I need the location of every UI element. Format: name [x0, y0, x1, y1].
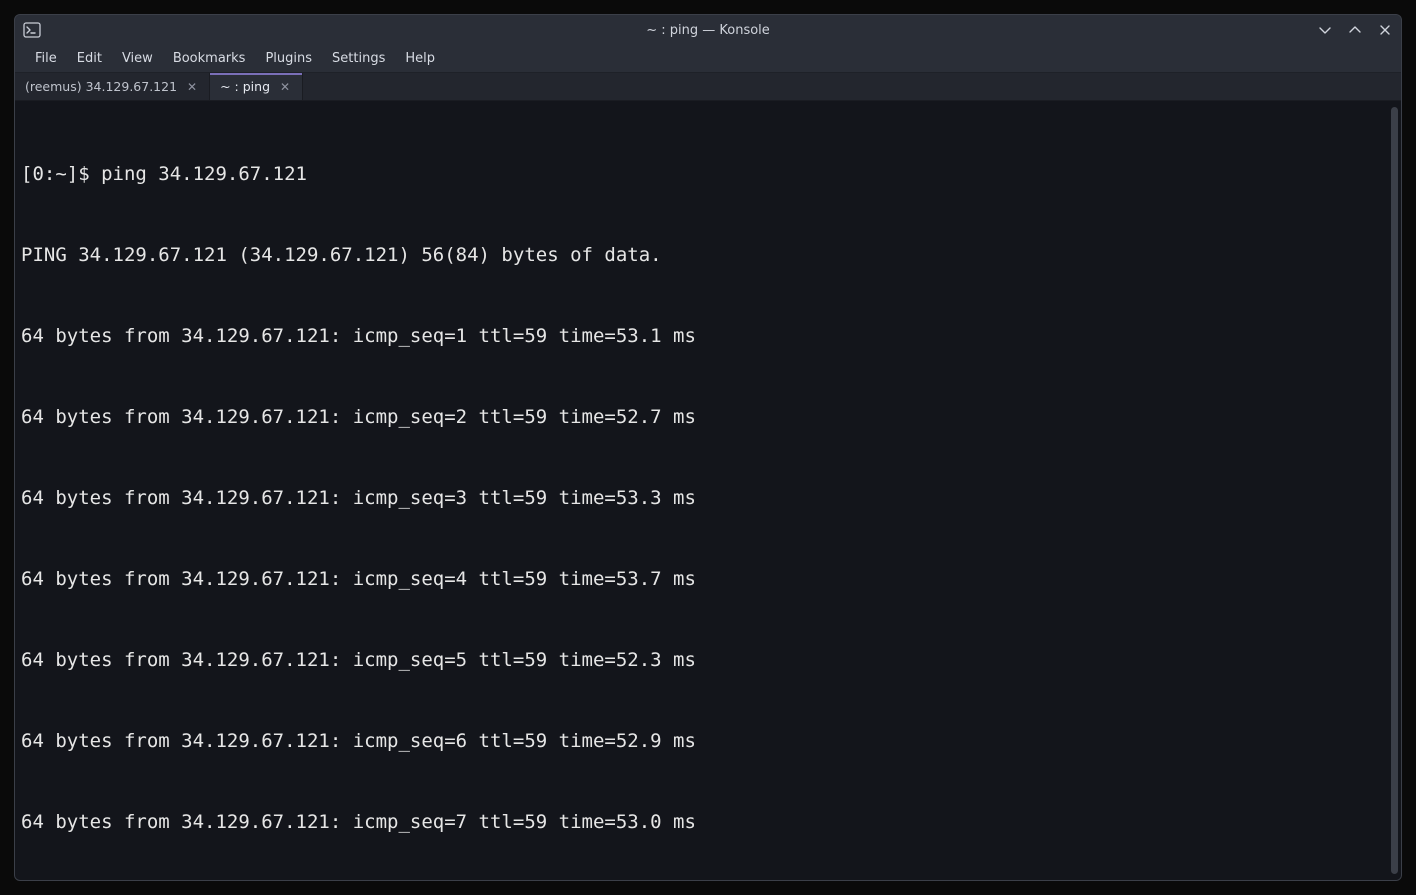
- menu-help[interactable]: Help: [395, 47, 445, 70]
- ping-header: PING 34.129.67.121 (34.129.67.121) 56(84…: [21, 242, 1383, 269]
- scrollbar-thumb[interactable]: [1391, 107, 1398, 874]
- ping-reply: 64 bytes from 34.129.67.121: icmp_seq=7 …: [21, 809, 1383, 836]
- menubar: File Edit View Bookmarks Plugins Setting…: [15, 45, 1401, 73]
- menu-edit[interactable]: Edit: [67, 47, 112, 70]
- minimize-button[interactable]: [1315, 20, 1335, 40]
- ping-reply: 64 bytes from 34.129.67.121: icmp_seq=3 …: [21, 485, 1383, 512]
- ping-reply: 64 bytes from 34.129.67.121: icmp_seq=1 …: [21, 323, 1383, 350]
- tab-label: ~ : ping: [220, 79, 270, 94]
- prompt-line: [0:~]$ ping 34.129.67.121: [21, 161, 1383, 188]
- close-icon[interactable]: ✕: [278, 80, 292, 94]
- tab-label: (reemus) 34.129.67.121: [25, 79, 177, 94]
- ping-reply: 64 bytes from 34.129.67.121: icmp_seq=5 …: [21, 647, 1383, 674]
- ping-reply: 64 bytes from 34.129.67.121: icmp_seq=2 …: [21, 404, 1383, 431]
- scrollbar[interactable]: [1391, 107, 1398, 874]
- ping-reply: 64 bytes from 34.129.67.121: icmp_seq=4 …: [21, 566, 1383, 593]
- tab-1[interactable]: (reemus) 34.129.67.121 ✕: [15, 73, 210, 100]
- menu-settings[interactable]: Settings: [322, 47, 395, 70]
- konsole-window: ~ : ping — Konsole File Edit View Bookma…: [14, 14, 1402, 881]
- tab-2[interactable]: ~ : ping ✕: [210, 73, 303, 100]
- window-title: ~ : ping — Konsole: [646, 23, 770, 38]
- terminal-area[interactable]: [0:~]$ ping 34.129.67.121 PING 34.129.67…: [15, 101, 1401, 880]
- window-controls: [1315, 15, 1395, 45]
- menu-view[interactable]: View: [112, 47, 163, 70]
- menu-bookmarks[interactable]: Bookmarks: [163, 47, 256, 70]
- terminal-app-icon: [19, 17, 45, 43]
- ping-reply: 64 bytes from 34.129.67.121: icmp_seq=6 …: [21, 728, 1383, 755]
- close-icon[interactable]: ✕: [185, 80, 199, 94]
- tabbar: (reemus) 34.129.67.121 ✕ ~ : ping ✕: [15, 73, 1401, 101]
- close-button[interactable]: [1375, 20, 1395, 40]
- terminal-output[interactable]: [0:~]$ ping 34.129.67.121 PING 34.129.67…: [21, 107, 1383, 874]
- menu-plugins[interactable]: Plugins: [255, 47, 322, 70]
- titlebar[interactable]: ~ : ping — Konsole: [15, 15, 1401, 45]
- menu-file[interactable]: File: [25, 47, 67, 70]
- maximize-button[interactable]: [1345, 20, 1365, 40]
